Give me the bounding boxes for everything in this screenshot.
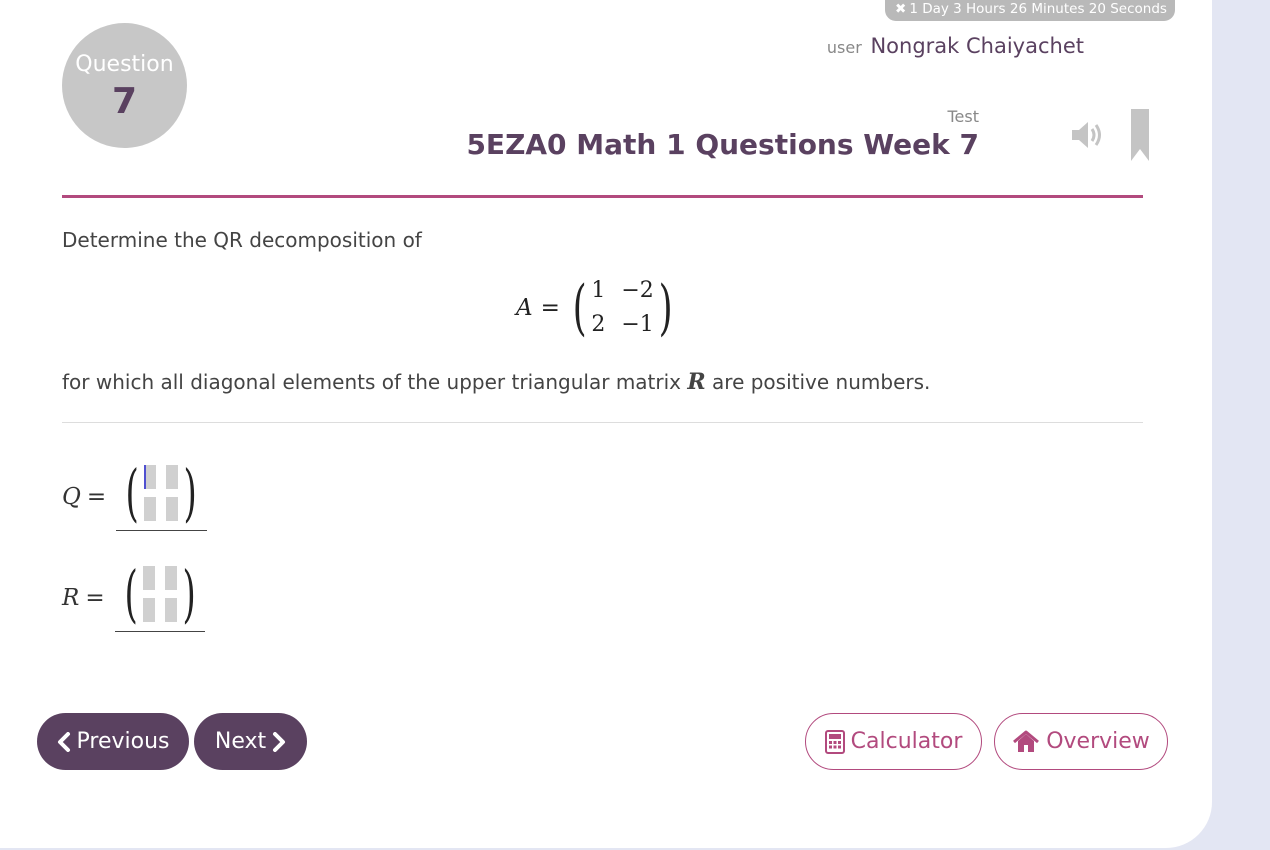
calculator-label: Calculator [850, 729, 963, 754]
answer-r-row: R = ( ) [62, 557, 206, 632]
previous-label: Previous [76, 729, 170, 754]
right-paren: ) [182, 557, 196, 630]
matrix-cell-input[interactable] [164, 566, 177, 590]
user-info: user Nongrak Chaiyachet [827, 34, 1084, 58]
test-label: Test [947, 107, 979, 126]
countdown-timer: ✖ 1 Day 3 Hours 26 Minutes 20 Seconds [885, 0, 1175, 21]
answer-q-matrix-input: ( ) [116, 456, 207, 531]
previous-button[interactable]: Previous [37, 713, 189, 770]
matrix-a-entry: 2 [591, 312, 606, 337]
close-icon: ✖ [895, 1, 907, 17]
bookmark-icon[interactable] [1130, 109, 1150, 161]
calculator-icon [824, 729, 845, 754]
matrix-a-entry: −2 [621, 278, 654, 303]
matrix-cell-input[interactable] [144, 497, 157, 521]
matrix-cell-input[interactable] [166, 497, 179, 521]
answer-q-var: Q [62, 483, 81, 510]
answer-r-matrix-input: ( ) [114, 557, 206, 632]
chevron-left-icon [57, 731, 71, 752]
answer-q-equals: = [86, 483, 107, 510]
matrix-a-entries: 1 −2 2 −1 [591, 274, 653, 342]
matrix-cell-input[interactable] [164, 598, 177, 622]
question-number: 7 [111, 81, 138, 122]
overview-button[interactable]: Overview [994, 713, 1168, 770]
condition-text-after: are positive numbers. [705, 370, 931, 394]
calculator-button[interactable]: Calculator [805, 713, 982, 770]
left-paren: ( [125, 456, 139, 529]
answer-q-row: Q = ( ) [62, 462, 207, 531]
question-number-badge: Question 7 [62, 23, 187, 148]
left-paren: ( [572, 273, 587, 343]
test-title: 5EZA0 Math 1 Questions Week 7 [466, 128, 979, 161]
header-divider [62, 195, 1143, 198]
matrix-cell-input[interactable] [142, 598, 155, 622]
next-label: Next [214, 729, 267, 754]
answer-q-cells [144, 465, 179, 521]
question-card: ✖ 1 Day 3 Hours 26 Minutes 20 Seconds Que… [0, 0, 1212, 848]
matrix-a-equals: = [540, 295, 560, 321]
question-intro: Determine the QR decomposition of [62, 228, 422, 252]
overview-label: Overview [1046, 729, 1150, 754]
question-label: Question [75, 52, 174, 77]
matrix-a: A = ( 1 −2 2 −1 ) [516, 274, 677, 342]
matrix-cell-input[interactable] [142, 566, 155, 590]
matrix-cell-input[interactable] [166, 465, 179, 489]
next-button[interactable]: Next [194, 713, 307, 770]
right-paren: ) [658, 273, 673, 343]
right-paren: ) [183, 456, 198, 529]
matrix-a-entry: −1 [621, 312, 654, 337]
left-paren: ( [124, 557, 138, 630]
question-condition: for which all diagonal elements of the u… [62, 369, 930, 395]
matrix-a-name: A [516, 295, 533, 321]
user-prefix: user [826, 38, 862, 57]
chevron-right-icon [272, 731, 286, 752]
speaker-icon[interactable] [1069, 118, 1107, 152]
question-divider [62, 422, 1143, 423]
matrix-a-entry: 1 [591, 278, 606, 303]
timer-text: 1 Day 3 Hours 26 Minutes 20 Seconds [909, 1, 1167, 17]
condition-variable: R [687, 369, 706, 395]
condition-text-before: for which all diagonal elements of the u… [62, 370, 688, 394]
answer-r-equals: = [85, 584, 105, 611]
answer-r-cells [142, 566, 177, 622]
user-name: Nongrak Chaiyachet [870, 34, 1084, 58]
matrix-cell-input[interactable] [144, 465, 157, 489]
answer-r-var: R [62, 584, 80, 611]
home-icon [1012, 730, 1040, 754]
